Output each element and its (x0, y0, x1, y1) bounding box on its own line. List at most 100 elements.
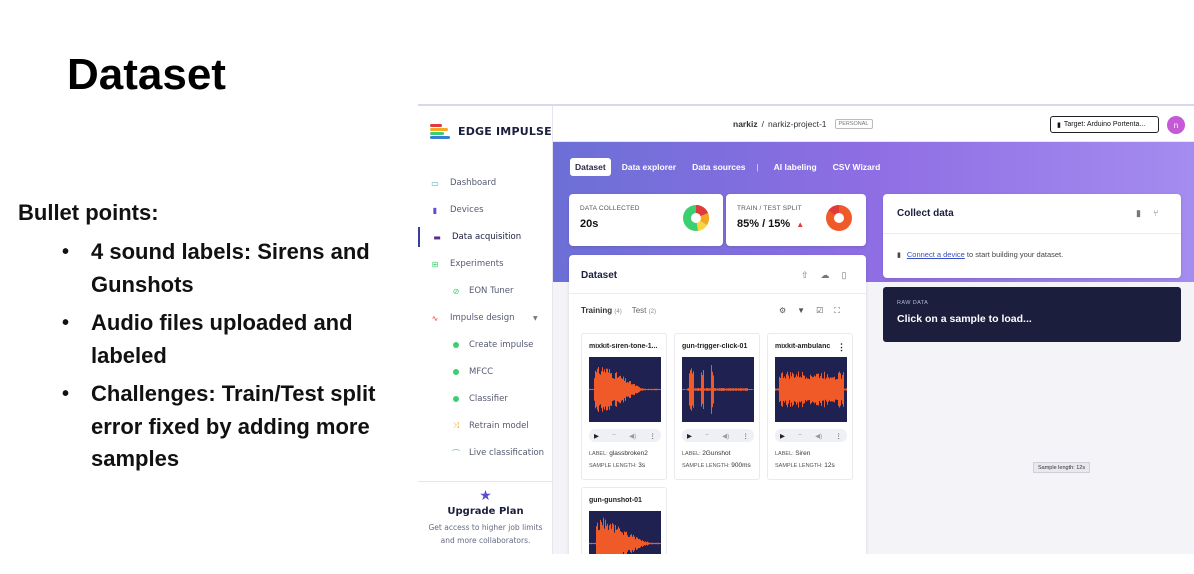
audio-player[interactable]: ▶ − ◀) ⋮ (775, 429, 847, 442)
split-value-row: 85% / 15% ▲ (737, 218, 804, 230)
logo[interactable]: EDGE IMPULSE (430, 124, 552, 139)
volume-icon[interactable]: ◀) (722, 432, 729, 440)
waveform (589, 511, 661, 554)
data-collected-value: 20s (580, 218, 599, 230)
upload-icon[interactable]: ⇧ (801, 270, 809, 281)
sample-card[interactable]: mixkit-siren-tone-1... ▶ − ◀) ⋮ LABEL: glas… (581, 333, 667, 480)
audio-player[interactable]: ▶ − ◀) ⋮ (589, 429, 661, 442)
sample-length: 900ms (731, 462, 751, 469)
label-key: LABEL: (589, 451, 608, 457)
more-icon[interactable]: ⋮ (649, 432, 656, 440)
bullet-item: Audio files uploaded and labeled (62, 307, 392, 372)
training-count: (4) (614, 309, 622, 315)
sidebar-item-devices[interactable]: ▮ Devices (418, 200, 553, 220)
bullet-item: Challenges: Train/Test split error fixed… (62, 378, 392, 476)
training-label: Training (581, 306, 613, 315)
chip-icon: ▮ (1057, 121, 1061, 129)
breadcrumb-owner[interactable]: narkiz (733, 119, 758, 129)
split-value: 85% / 15% (737, 218, 791, 230)
collect-data-title: Collect data (897, 208, 954, 219)
more-icon[interactable]: ⋮ (835, 432, 842, 440)
tab-training[interactable]: Training (4) (581, 306, 622, 315)
sidebar-item-mfcc[interactable]: MFCC (418, 362, 553, 382)
sidebar-item-eon-tuner[interactable]: ⊘ EON Tuner (418, 281, 553, 301)
tab-dataset[interactable]: Dataset (570, 158, 611, 176)
sample-card[interactable]: mixkit-ambulanc ⋮ ▶ − ◀) ⋮ LABEL: Siren SAM… (767, 333, 853, 480)
split-label: TRAIN / TEST SPLIT (737, 205, 802, 212)
sample-name: mixkit-ambulanc (775, 343, 831, 350)
sidebar-item-experiments[interactable]: ⊞ Experiments (418, 254, 553, 274)
sidebar-item-create-impulse[interactable]: Create impulse (418, 335, 553, 355)
collect-data-hint: ▮ Connect a device to start building you… (897, 250, 1063, 259)
shuffle-icon: ⤨ (452, 421, 460, 430)
more-icon[interactable]: ⋮ (837, 342, 846, 353)
sidebar-item-live-classification[interactable]: ⌒ Live classification (418, 443, 553, 463)
tab-bar: Dataset Data explorer Data sources | AI … (570, 158, 891, 176)
audio-player[interactable]: ▶ − ◀) ⋮ (682, 429, 754, 442)
logo-icon (430, 124, 450, 139)
volume-icon[interactable]: ◀) (629, 432, 636, 440)
play-icon[interactable]: ▶ (687, 432, 692, 440)
progress-track[interactable]: − (798, 432, 802, 439)
waveform (775, 357, 847, 422)
collect-data-card: Collect data ▮ ⑂ ▮ Connect a device to s… (883, 194, 1181, 278)
more-icon[interactable]: ⋮ (742, 432, 749, 440)
sample-label-row: LABEL: glassbroken2 (589, 450, 648, 457)
sample-name: gun-gunshot-01 (589, 497, 642, 504)
raw-data-panel: RAW DATA Click on a sample to load... (883, 287, 1181, 342)
data-collected-label: DATA COLLECTED (580, 205, 640, 212)
progress-track[interactable]: − (612, 432, 616, 439)
upgrade-plan[interactable]: ★ Upgrade Plan Get access to higher job … (418, 481, 553, 547)
settings-icon[interactable]: ⚙ (779, 306, 786, 316)
file-icon[interactable]: ▯ (842, 270, 847, 281)
personal-badge: PERSONAL (834, 119, 873, 129)
target-button[interactable]: ▮ Target: Arduino Portenta... (1050, 116, 1159, 133)
breadcrumb-project[interactable]: narkiz-project-1 (768, 119, 827, 129)
play-icon[interactable]: ▶ (594, 432, 599, 440)
chevron-down-icon: ▼ (533, 314, 538, 322)
sidebar-item-impulse-design[interactable]: ∿ Impulse design ▼ (418, 308, 553, 328)
sidebar-item-classifier[interactable]: Classifier (418, 389, 553, 409)
sparkle-icon: ★ (479, 488, 492, 504)
divider (569, 293, 866, 294)
connect-device-link[interactable]: Connect a device (907, 250, 965, 259)
progress-track[interactable]: − (705, 432, 709, 439)
live-icon: ⌒ (452, 448, 460, 458)
data-collected-card: DATA COLLECTED 20s (569, 194, 723, 246)
cloud-icon[interactable]: ☁ (821, 270, 830, 281)
sidebar-item-dashboard[interactable]: ▭ Dashboard (418, 173, 553, 193)
volume-icon[interactable]: ◀) (815, 432, 822, 440)
dot-icon (451, 367, 461, 377)
data-collected-pie (683, 205, 710, 231)
length-key: SAMPLE LENGTH: (775, 463, 823, 469)
play-icon[interactable]: ▶ (780, 432, 785, 440)
filter-icon[interactable]: ▼ (797, 306, 805, 316)
database-icon: ▬ (433, 232, 441, 242)
sample-label: 2Gunshot (702, 450, 731, 457)
sample-length-row: SAMPLE LENGTH: 900ms (682, 462, 751, 469)
pulse-icon: ∿ (431, 313, 439, 323)
sidebar-item-retrain-model[interactable]: ⤨ Retrain model (418, 416, 553, 436)
logo-text: EDGE IMPULSE (458, 124, 552, 138)
tab-data-sources[interactable]: Data sources (687, 158, 750, 176)
sample-label-row: LABEL: Siren (775, 450, 810, 457)
tab-ai-labeling[interactable]: AI labeling (769, 158, 822, 176)
dataset-icons: ⇧ ☁ ▯ (801, 270, 847, 281)
upgrade-title: Upgrade Plan (447, 506, 524, 517)
expand-icon[interactable]: ⛶ (834, 306, 840, 316)
tab-test[interactable]: Test (2) (632, 306, 656, 315)
dataset-subtabs: Training (4) Test (2) (581, 306, 656, 315)
tab-data-explorer[interactable]: Data explorer (617, 158, 681, 176)
checkbox-icon[interactable]: ☑ (816, 306, 823, 316)
device-icon[interactable]: ▮ (1136, 208, 1141, 219)
length-key: SAMPLE LENGTH: (682, 463, 730, 469)
avatar[interactable]: n (1167, 116, 1185, 134)
train-test-split-card: TRAIN / TEST SPLIT 85% / 15% ▲ (726, 194, 866, 246)
sample-card[interactable]: gun-gunshot-01 (581, 487, 667, 554)
sample-card[interactable]: gun-trigger-click-01 ▶ − ◀) ⋮ LABEL: 2Gunsh… (674, 333, 760, 480)
sidebar-item-data-acquisition[interactable]: ▬ Data acquisition (418, 227, 553, 247)
bullet-list: 4 sound labels: Sirens and Gunshots Audi… (62, 236, 392, 482)
tab-csv-wizard[interactable]: CSV Wizard (828, 158, 886, 176)
usb-icon[interactable]: ⑂ (1153, 208, 1158, 219)
app-screenshot: EDGE IMPULSE ▭ Dashboard ▮ Devices ▬ Dat… (418, 104, 1194, 554)
